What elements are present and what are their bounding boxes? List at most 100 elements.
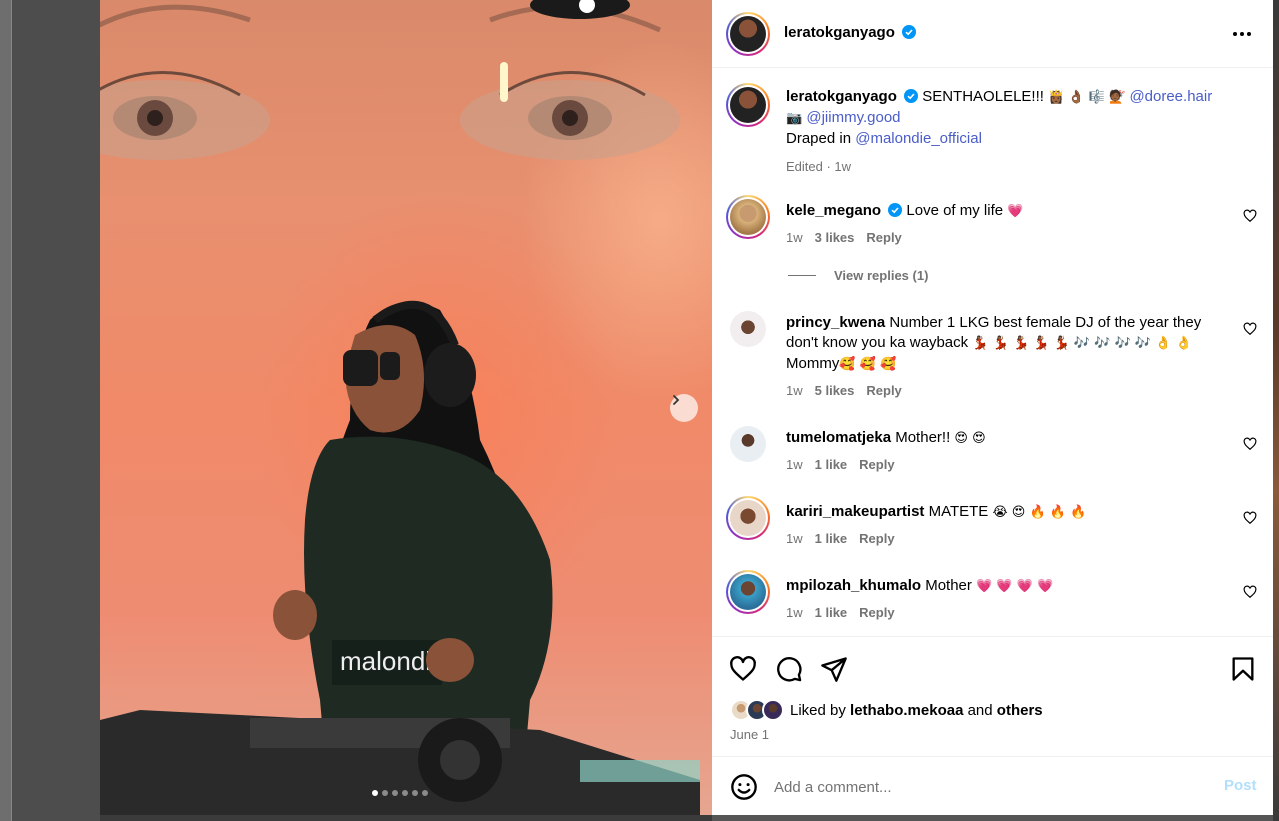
- comment-avatar[interactable]: [726, 195, 770, 239]
- author-username[interactable]: leratokganyago: [784, 24, 895, 41]
- comment-emoji-end: 🥰 🥰 🥰: [839, 357, 897, 372]
- comment-text: MATETE: [928, 503, 989, 520]
- share-icon[interactable]: [820, 655, 848, 683]
- comment-emoji: 😍 😍: [954, 431, 986, 446]
- liked-by-user[interactable]: lethabo.mekoaa: [850, 702, 963, 719]
- comment-body: princy_kwena Number 1 LKG best female DJ…: [786, 313, 1231, 401]
- comment-likes[interactable]: 5 likes: [815, 381, 855, 401]
- bookmark-icon[interactable]: [1229, 655, 1257, 683]
- comment-meta: 1w 3 likes Reply: [786, 228, 1231, 248]
- liked-by-prefix: Liked by: [790, 701, 846, 719]
- post-actions: Liked by lethabo.mekoaa and others June …: [712, 636, 1273, 756]
- emoji-icon[interactable]: [730, 773, 758, 801]
- shirt-text: malondi: [340, 646, 431, 676]
- post-photo: malondi: [100, 0, 700, 815]
- post-header: leratokganyago: [712, 0, 1273, 68]
- heart-icon[interactable]: [1243, 511, 1257, 525]
- comment-username[interactable]: mpilozah_khumalo: [786, 577, 921, 594]
- comment-time: 1w: [786, 383, 803, 398]
- comment-emoji: 💃🏾 💃🏾 💃🏾 💃🏾 💃🏾 🎶 🎶 🎶 🎶 👌 👌: [972, 336, 1192, 351]
- comment-text: Mother: [925, 577, 972, 594]
- verified-icon: [902, 25, 917, 39]
- comment-time: 1w: [786, 230, 803, 245]
- liked-by: Liked by lethabo.mekoaa and others: [730, 699, 1043, 721]
- liked-by-others[interactable]: others: [997, 702, 1043, 719]
- caption-emojis: 👸🏾 👌🏾 🎼 💇🏾: [1048, 90, 1126, 105]
- post-side-panel: leratokganyago leratokganyago SENTHAOLEL…: [712, 0, 1273, 815]
- heart-icon[interactable]: [1243, 585, 1257, 599]
- comment-avatar[interactable]: [726, 570, 770, 614]
- verified-icon: [904, 89, 919, 103]
- comment-meta: 1w 1 like Reply: [786, 529, 1231, 549]
- comment-text: Love of my life: [906, 202, 1004, 219]
- more-icon: [1233, 32, 1237, 36]
- reply-button[interactable]: Reply: [866, 381, 901, 401]
- slide-dot: [382, 790, 388, 796]
- comment-username[interactable]: kariri_makeupartist: [786, 503, 924, 520]
- comment-username[interactable]: princy_kwena: [786, 314, 885, 331]
- comment-likes[interactable]: 3 likes: [815, 228, 855, 248]
- view-replies-label: View replies (1): [834, 268, 929, 283]
- comment-likes[interactable]: 1 like: [815, 603, 848, 623]
- comment-avatar[interactable]: [726, 496, 770, 540]
- comment-body: kariri_makeupartist MATETE 😭 😍 🔥 🔥 🔥 1w …: [786, 502, 1231, 549]
- comment-text: Mother!!: [895, 429, 951, 446]
- heart-icon[interactable]: [1243, 209, 1257, 223]
- heart-icon[interactable]: [729, 655, 757, 683]
- more-options-button[interactable]: [1228, 24, 1256, 44]
- liked-by-and: and: [967, 701, 993, 719]
- comment-body: tumelomatjeka Mother!! 😍 😍 1w 1 like Rep…: [786, 428, 1231, 475]
- reply-button[interactable]: Reply: [866, 228, 901, 248]
- comment-meta: 1w 1 like Reply: [786, 455, 1231, 475]
- post-date[interactable]: June 1: [730, 727, 769, 742]
- mention-link[interactable]: @jiimmy.good: [806, 109, 900, 126]
- liker-avatar: [762, 699, 784, 721]
- caption-meta: Edited · 1w: [786, 157, 1231, 177]
- heart-icon[interactable]: [1243, 322, 1257, 336]
- comment-emoji: 💗: [1007, 204, 1024, 219]
- comment-time: 1w: [786, 531, 803, 546]
- comment-username[interactable]: tumelomatjeka: [786, 429, 891, 446]
- caption-username[interactable]: leratokganyago: [786, 88, 897, 105]
- comment-icon[interactable]: [775, 655, 803, 683]
- view-replies-button[interactable]: View replies (1): [788, 268, 928, 283]
- comment-avatar[interactable]: [726, 422, 770, 466]
- mention-link[interactable]: @doree.hair: [1129, 88, 1212, 105]
- comment-text-end: Mommy: [786, 355, 840, 372]
- caption-avatar[interactable]: [726, 83, 770, 127]
- browser-left-strip: [0, 0, 12, 821]
- caption-text: SENTHAOLELE!!!: [922, 88, 1044, 105]
- comment-emoji: 💗 💗 💗 💗: [976, 579, 1054, 594]
- comment-meta: 1w 1 like Reply: [786, 603, 1231, 623]
- comment-meta: 1w 5 likes Reply: [786, 381, 1231, 401]
- reply-button[interactable]: Reply: [859, 529, 894, 549]
- liked-by-text: Liked by lethabo.mekoaa and others: [790, 702, 1043, 719]
- author-name[interactable]: leratokganyago: [784, 24, 917, 42]
- modal-backdrop-right: [1273, 0, 1279, 821]
- post-media[interactable]: malondi: [100, 0, 712, 815]
- modal-backdrop: [12, 0, 100, 821]
- heart-icon[interactable]: [1243, 437, 1257, 451]
- comments-list[interactable]: leratokganyago SENTHAOLELE!!! 👸🏾 👌🏾 🎼 💇🏾…: [712, 69, 1273, 636]
- comment-likes[interactable]: 1 like: [815, 455, 848, 475]
- slide-indicator: [372, 790, 428, 796]
- reply-button[interactable]: Reply: [859, 455, 894, 475]
- slide-dot: [402, 790, 408, 796]
- slide-dot: [412, 790, 418, 796]
- add-comment-bar: Post: [712, 756, 1273, 815]
- next-slide-button[interactable]: [670, 394, 698, 422]
- post-comment-button[interactable]: Post: [1224, 777, 1257, 794]
- comment-avatar[interactable]: [726, 307, 770, 351]
- mention-link[interactable]: @malondie_official: [855, 130, 982, 147]
- comment-body: mpilozah_khumalo Mother 💗 💗 💗 💗 1w 1 lik…: [786, 576, 1231, 623]
- comment-input[interactable]: [774, 775, 1194, 799]
- comment-likes[interactable]: 1 like: [815, 529, 848, 549]
- slide-dot: [392, 790, 398, 796]
- comment-emoji: 😭 😍 🔥 🔥 🔥: [992, 505, 1087, 520]
- reply-button[interactable]: Reply: [859, 603, 894, 623]
- comment-time: 1w: [786, 605, 803, 620]
- comment-username[interactable]: kele_megano: [786, 202, 881, 219]
- author-avatar[interactable]: [726, 12, 770, 56]
- slide-dot: [372, 790, 378, 796]
- comment-body: kele_megano Love of my life 💗 1w 3 likes…: [786, 201, 1231, 248]
